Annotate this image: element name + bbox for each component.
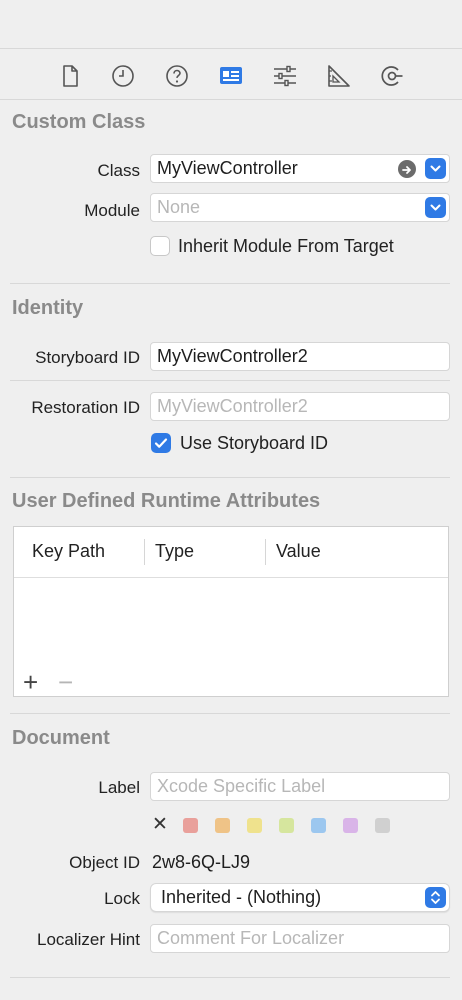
storyboard-id-value: MyViewController2 bbox=[157, 346, 308, 366]
document-label-field[interactable]: Xcode Specific Label bbox=[150, 772, 450, 801]
custom-class-title: Custom Class bbox=[12, 111, 146, 133]
storyboard-id-field[interactable]: MyViewController2 bbox=[150, 342, 450, 371]
storyboard-id-label: Storyboard ID bbox=[35, 348, 140, 367]
inherit-module-label: Inherit Module From Target bbox=[178, 236, 394, 256]
lock-popup-button[interactable]: Inherited - (Nothing) bbox=[150, 883, 450, 912]
document-title: Document bbox=[12, 727, 110, 749]
section-divider bbox=[10, 283, 450, 284]
localizer-hint-placeholder: Comment For Localizer bbox=[157, 928, 345, 948]
use-storyboard-id-label: Use Storyboard ID bbox=[180, 433, 329, 453]
module-dropdown-button[interactable] bbox=[425, 197, 446, 218]
column-separator bbox=[144, 539, 145, 565]
top-divider bbox=[0, 48, 462, 49]
color-swatch-blue[interactable] bbox=[311, 818, 326, 833]
size-inspector-icon[interactable] bbox=[324, 62, 352, 90]
color-swatch-green[interactable] bbox=[279, 818, 294, 833]
remove-attribute-button[interactable]: − bbox=[58, 669, 73, 695]
document-label-label: Label bbox=[98, 778, 140, 797]
color-swatch-red[interactable] bbox=[183, 818, 198, 833]
bottom-divider bbox=[10, 977, 450, 978]
color-swatch-gray[interactable] bbox=[375, 818, 390, 833]
lock-popup-arrows bbox=[425, 887, 446, 908]
history-inspector-icon[interactable] bbox=[109, 62, 137, 90]
class-combo-field[interactable]: MyViewController bbox=[150, 154, 450, 183]
identity-title: Identity bbox=[12, 297, 84, 319]
module-combo-field[interactable]: None bbox=[150, 193, 450, 222]
connections-inspector-icon[interactable] bbox=[378, 62, 406, 90]
navigate-arrow-icon[interactable] bbox=[398, 160, 416, 178]
color-swatch-purple[interactable] bbox=[343, 818, 358, 833]
class-value: MyViewController bbox=[157, 158, 298, 178]
column-header-type[interactable]: Type bbox=[155, 541, 194, 562]
runtime-attributes-table[interactable]: Key Path Type Value + − bbox=[13, 526, 449, 697]
inspector-toolbar bbox=[0, 56, 462, 96]
restoration-id-label: Restoration ID bbox=[31, 398, 140, 417]
document-label-placeholder: Xcode Specific Label bbox=[157, 776, 326, 796]
color-swatch-orange[interactable] bbox=[215, 818, 230, 833]
use-storyboard-id-checkbox[interactable] bbox=[151, 433, 171, 453]
section-divider bbox=[10, 477, 450, 478]
attributes-inspector-icon[interactable] bbox=[271, 62, 299, 90]
lock-value: Inherited - (Nothing) bbox=[161, 887, 322, 907]
quick-help-icon[interactable] bbox=[163, 62, 191, 90]
up-down-chevron-icon bbox=[431, 891, 440, 904]
file-inspector-icon[interactable] bbox=[56, 62, 84, 90]
section-divider bbox=[10, 713, 450, 714]
clear-color-icon[interactable]: ✕ bbox=[152, 815, 168, 835]
column-header-key-path[interactable]: Key Path bbox=[32, 541, 105, 562]
add-attribute-button[interactable]: + bbox=[23, 669, 38, 695]
restoration-id-field[interactable]: MyViewController2 bbox=[150, 392, 450, 421]
inherit-module-checkbox[interactable] bbox=[150, 236, 170, 256]
restoration-id-placeholder: MyViewController2 bbox=[157, 396, 308, 416]
localizer-hint-label: Localizer Hint bbox=[37, 930, 140, 949]
runtime-attributes-title: User Defined Runtime Attributes bbox=[12, 490, 321, 512]
lock-label: Lock bbox=[104, 889, 140, 908]
localizer-hint-field[interactable]: Comment For Localizer bbox=[150, 924, 450, 953]
checkmark-icon bbox=[154, 438, 168, 448]
toolbar-divider bbox=[0, 99, 462, 100]
object-id-label: Object ID bbox=[69, 853, 140, 872]
object-id-value: 2w8-6Q-LJ9 bbox=[152, 852, 251, 872]
class-dropdown-button[interactable] bbox=[425, 158, 446, 179]
identity-inspector-icon[interactable] bbox=[217, 62, 245, 90]
column-separator bbox=[265, 539, 266, 565]
column-header-value[interactable]: Value bbox=[276, 541, 321, 562]
class-label: Class bbox=[97, 161, 140, 180]
table-header-divider bbox=[14, 577, 448, 578]
field-divider bbox=[10, 380, 450, 381]
color-swatch-yellow[interactable] bbox=[247, 818, 262, 833]
module-placeholder: None bbox=[157, 197, 201, 217]
module-label: Module bbox=[84, 201, 140, 220]
